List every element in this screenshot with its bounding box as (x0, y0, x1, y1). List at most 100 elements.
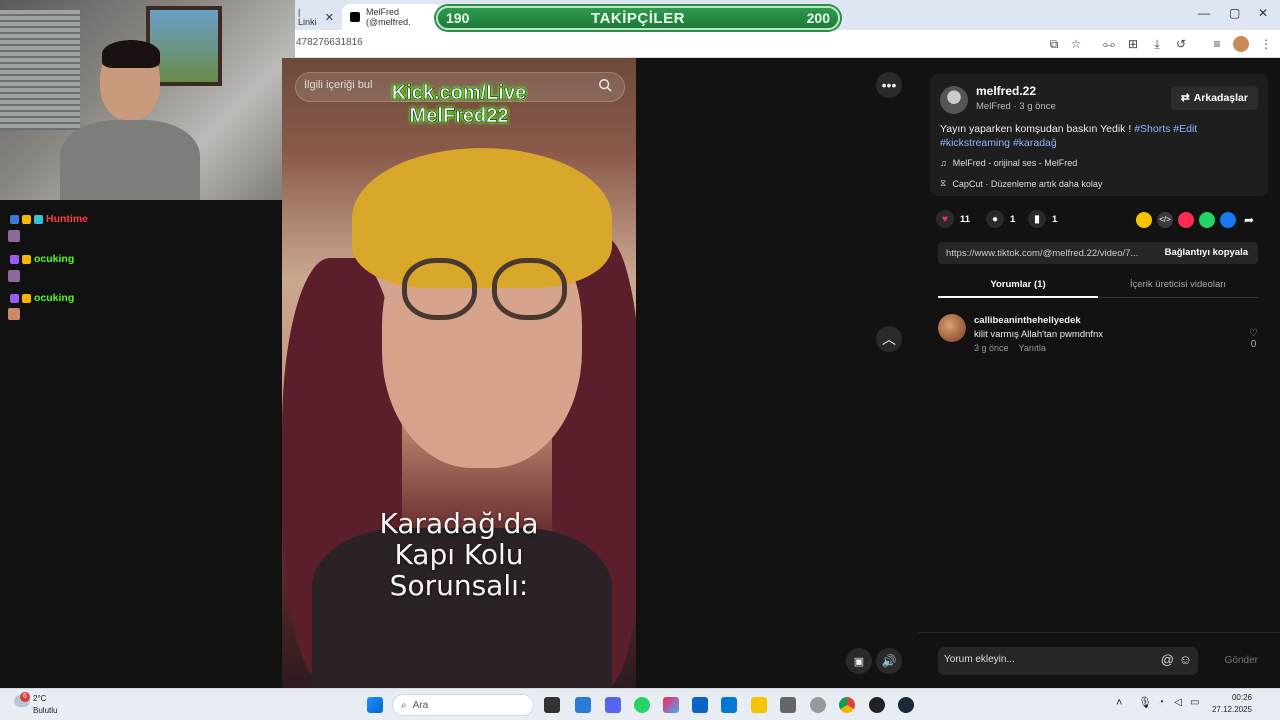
store-icon[interactable] (692, 697, 708, 713)
comment-username[interactable]: callibeaninthehellyedek (974, 315, 1081, 326)
chevron-up-icon[interactable]: ˄ (1116, 697, 1122, 709)
post-info-card: melfred.22 MelFred · 3 g önce ⇄ Arkadaşla… (930, 74, 1268, 196)
post-detail-panel: melfred.22 MelFred · 3 g önce ⇄ Arkadaşla… (918, 58, 1280, 688)
steam-icon[interactable] (898, 697, 914, 713)
calculator-icon[interactable] (780, 697, 796, 713)
close-icon[interactable]: ✕ (325, 11, 334, 24)
pip-icon[interactable]: ▣ (846, 648, 872, 674)
copilot-app-icon[interactable] (663, 697, 679, 713)
whatsapp-app-icon[interactable] (634, 697, 650, 713)
copilot-icon[interactable] (575, 697, 591, 713)
video-link[interactable]: https://www.tiktok.com/@melfred.22/video… (946, 248, 1146, 259)
follower-label: TAKİPÇİLER (591, 9, 685, 27)
url-text[interactable]: 478276631816 (296, 37, 363, 48)
follower-current: 190 (446, 10, 470, 26)
tab-melfred[interactable]: MelFred (@melfred. (342, 4, 442, 30)
copy-link-button[interactable]: Bağlantıyı kopyala (1165, 247, 1248, 258)
chevron-up-icon[interactable]: ︿ (876, 326, 902, 352)
taskbar-search[interactable]: ⌕ Ara (392, 694, 534, 716)
clock-time[interactable]: 00:26 (1214, 693, 1252, 702)
friends-button[interactable]: ⇄ Arkadaşlar (1170, 86, 1258, 110)
clock-date[interactable]: 27.12.2025 (1206, 705, 1252, 714)
sound-line[interactable]: ♫ MelFred - orijinal ses - MelFred (940, 158, 1077, 168)
capcut-line[interactable]: ⧖ CapCut · Düzenleme artık daha kolay (940, 178, 1102, 189)
minimize-icon[interactable]: — (1198, 6, 1210, 20)
send-icon[interactable] (1178, 212, 1194, 228)
hashtag[interactable]: #kickstreaming (940, 137, 1010, 149)
post-description: Yayın yaparken komşudan baskın Yedik ! #… (940, 122, 1260, 150)
tab-linkinbio[interactable]: | Linki ✕ (290, 4, 342, 30)
mail-icon[interactable] (721, 697, 737, 713)
kick-line: Kick.com/Live (391, 82, 527, 105)
volume-icon[interactable]: 🔊 (876, 648, 902, 674)
save-button[interactable]: ▮ 1 (1028, 210, 1057, 228)
post-username[interactable]: melfred.22 (976, 84, 1036, 98)
extensions-icon[interactable]: ⊞ (1125, 36, 1141, 52)
hashtag[interactable]: #Edit (1173, 123, 1197, 135)
hashtag[interactable]: #karadağ (1013, 137, 1057, 149)
caption-line: Karadağ'da (379, 507, 539, 540)
reply-button[interactable]: Yanıtla (1019, 343, 1046, 353)
comment-button[interactable]: ● 1 (986, 210, 1015, 228)
webcam-overlay (0, 0, 295, 200)
comment-meta: 3 g önce Yanıtla (974, 343, 1046, 353)
avatar[interactable] (940, 86, 968, 114)
tab-comments[interactable]: Yorumlar (1) (938, 279, 1098, 298)
streamer-torso (60, 120, 200, 200)
tab-creator-videos[interactable]: İçerik üreticisi videoları (1098, 279, 1258, 290)
star-icon[interactable]: ☆ (1068, 36, 1084, 52)
microphone-icon[interactable]: 🎙 (1138, 696, 1152, 709)
menu-icon[interactable]: ⋮ (1258, 36, 1274, 52)
tab-label: | Linki (298, 7, 317, 27)
video-player[interactable]: Karadağ'da Kapı Kolu Sorunsalı: (282, 58, 636, 688)
emoji-icon[interactable]: ☺ (1179, 652, 1192, 667)
streamer-hair (102, 40, 160, 68)
discord-icon[interactable] (605, 697, 621, 713)
wifi-icon[interactable]: ◔ (1158, 697, 1164, 708)
hashtag[interactable]: #Shorts (1134, 123, 1170, 135)
send-button[interactable]: Gönder (1225, 655, 1258, 666)
weather-badge: 6 (20, 692, 30, 702)
heart-icon: ♥ (936, 210, 954, 228)
facebook-icon[interactable] (1220, 212, 1236, 228)
close-window-icon[interactable]: ✕ (1258, 6, 1268, 20)
embed-icon[interactable]: </> (1157, 212, 1173, 228)
mouse-icon[interactable] (810, 697, 826, 713)
translate-icon[interactable]: ⧟ (1101, 36, 1117, 52)
like-button[interactable]: ♥ 11 (936, 210, 970, 228)
comment-tabs: Yorumlar (1) İçerik üreticisi videoları (938, 274, 1258, 298)
search-icon[interactable] (598, 78, 612, 92)
maximize-icon[interactable]: ▢ (1229, 6, 1240, 20)
install-icon[interactable]: ⧉ (1046, 36, 1062, 52)
download-icon[interactable]: ⤓ (1149, 36, 1165, 52)
action-bar: ♥ 11 ● 1 ▮ 1 </> ➦ (936, 210, 1276, 230)
battery-icon[interactable]: ▭ (1190, 697, 1199, 708)
link-row: https://www.tiktok.com/@melfred.22/video… (938, 242, 1258, 264)
obs-icon[interactable] (869, 697, 885, 713)
more-options-icon[interactable]: ••• (876, 72, 902, 98)
video-glasses (402, 258, 572, 328)
whatsapp-icon[interactable] (1199, 212, 1215, 228)
chrome-icon[interactable] (839, 697, 855, 713)
mention-icon[interactable]: @ (1161, 652, 1174, 667)
search-icon: ⌕ (401, 699, 407, 711)
chat-emote (8, 308, 20, 320)
comment-field[interactable]: @ ☺ (938, 647, 1198, 675)
sound-text: MelFred - orijinal ses - MelFred (952, 158, 1078, 168)
share-arrow-icon[interactable]: ➦ (1241, 212, 1257, 228)
comment-icon: ● (986, 210, 1004, 228)
taskbar-search-label: Ara (412, 699, 429, 711)
task-view-icon[interactable] (544, 697, 560, 713)
smile-share-icon[interactable] (1136, 212, 1152, 228)
history-icon[interactable]: ↺ (1173, 36, 1189, 52)
profile-avatar[interactable] (1233, 36, 1249, 52)
speaker-icon[interactable]: ◁ (1174, 697, 1182, 708)
follower-goal-bar: 190 TAKİPÇİLER 200 (436, 6, 840, 30)
desc-text: Yayın yaparken komşudan baskın Yedik ! (940, 123, 1135, 135)
comment-input[interactable] (944, 654, 1164, 665)
file-explorer-icon[interactable] (751, 697, 767, 713)
media-icon[interactable]: ≡ (1209, 36, 1225, 52)
avatar[interactable] (938, 314, 966, 342)
comment-like-button[interactable]: ♡ 0 (1249, 328, 1258, 350)
windows-start-icon[interactable] (367, 697, 383, 713)
